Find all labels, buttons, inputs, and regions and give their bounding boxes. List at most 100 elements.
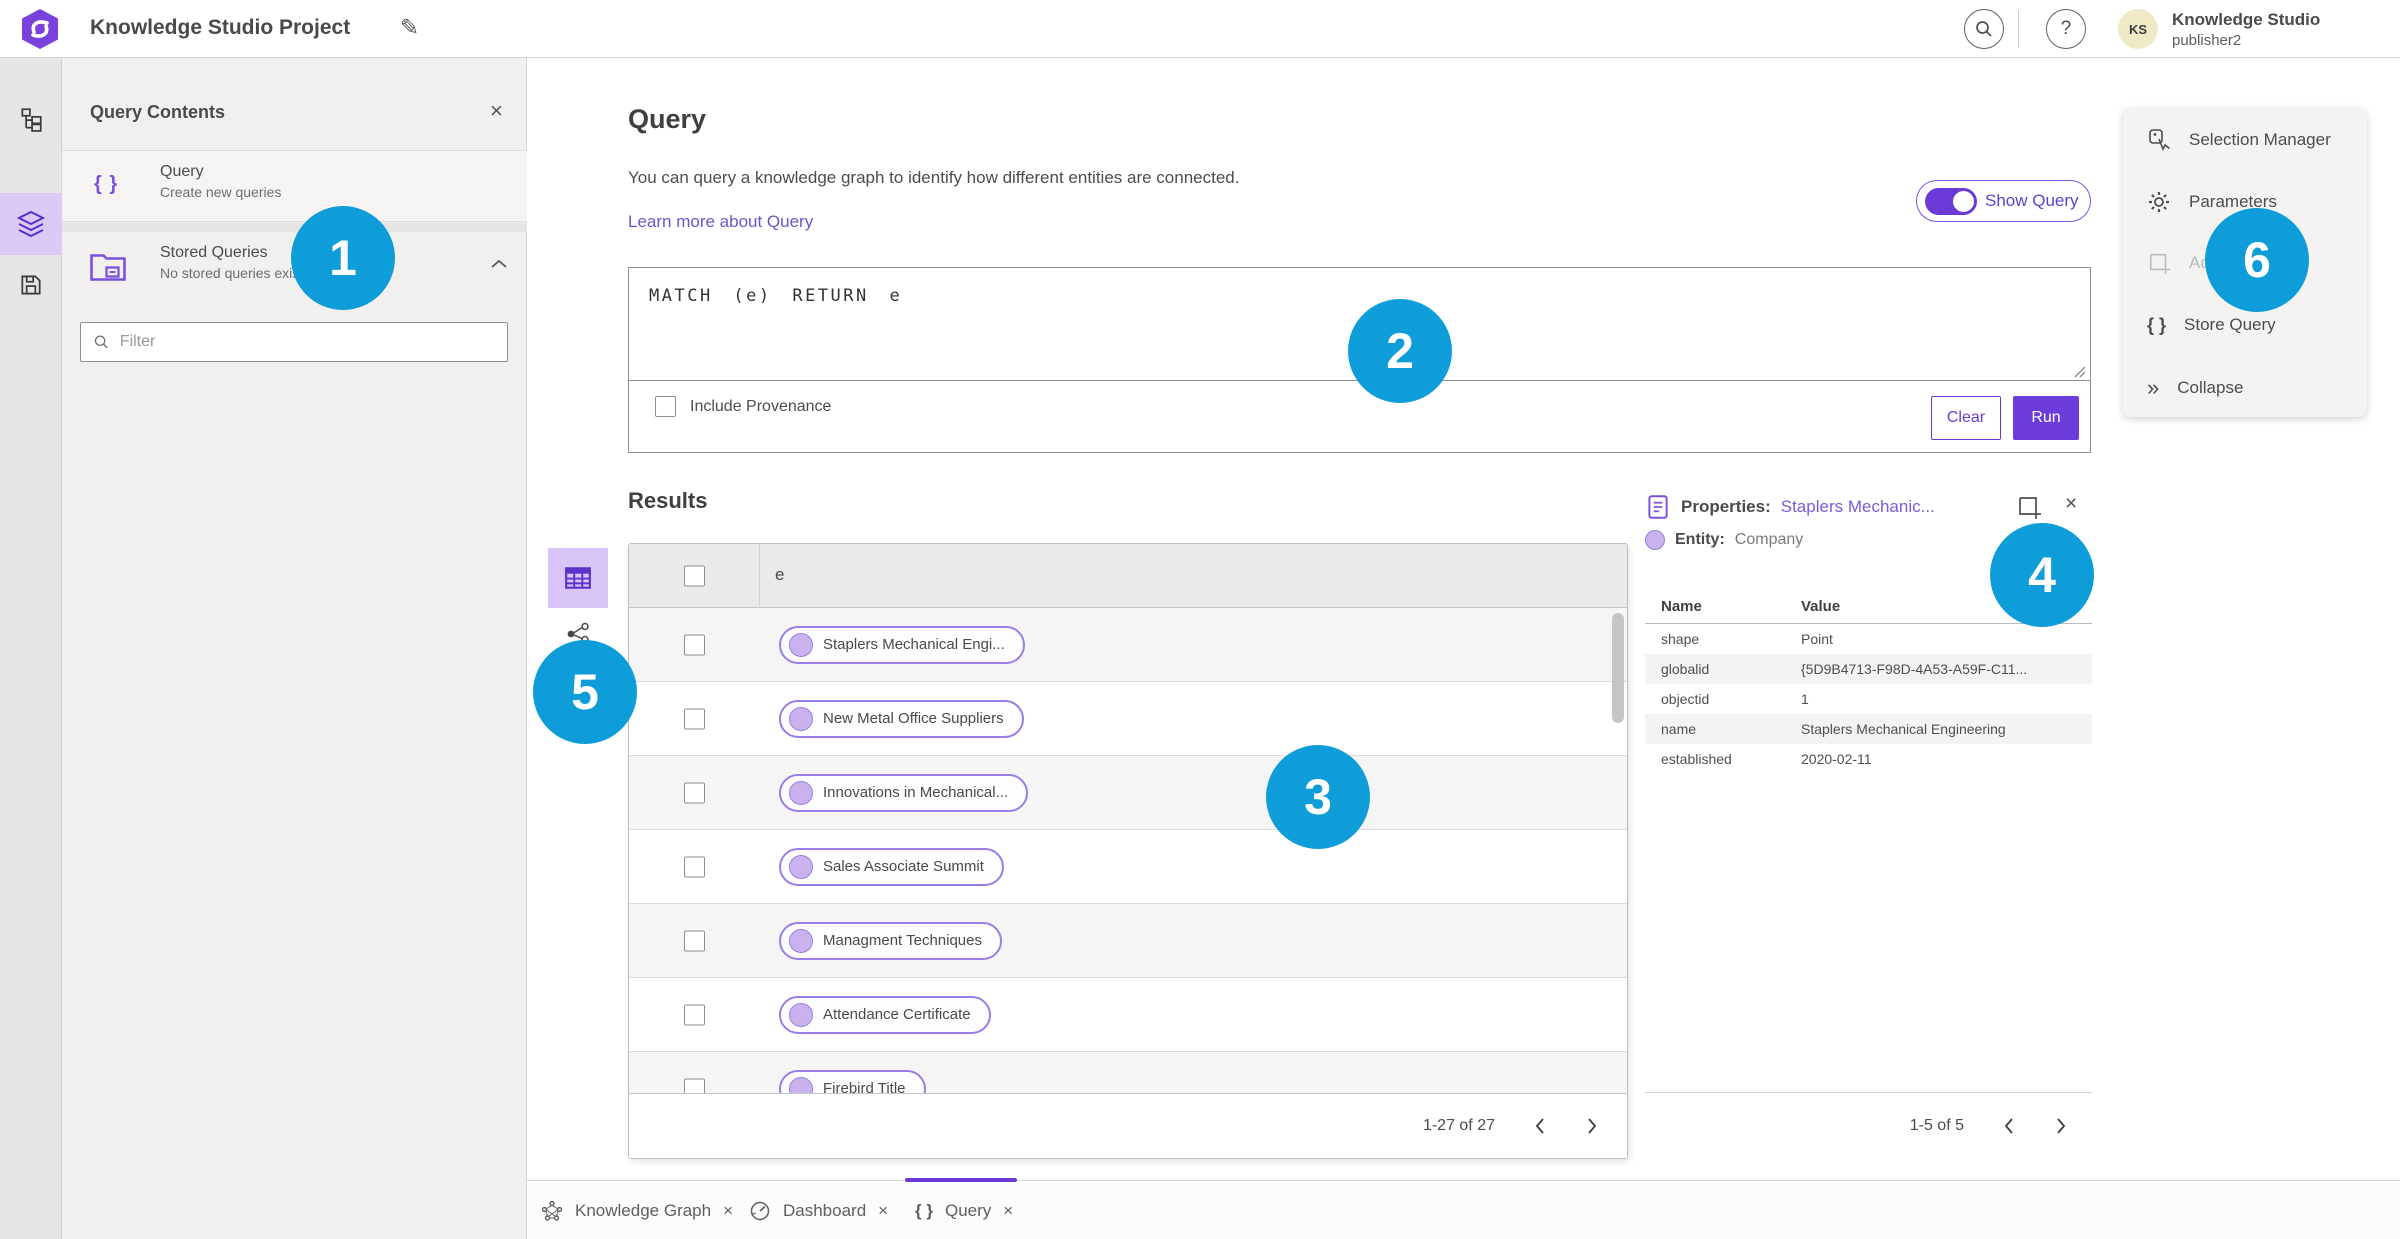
panel-item-query[interactable]: { } Query Create new queries <box>62 151 527 222</box>
learn-more-link[interactable]: Learn more about Query <box>628 212 813 232</box>
braces-icon: { } <box>915 1200 933 1220</box>
entity-chip[interactable]: Managment Techniques <box>779 921 1002 960</box>
results-pagination: 1-27 of 27 <box>629 1093 1627 1158</box>
col-name: Name <box>1661 598 1702 615</box>
collapse-section-chevron-up-icon[interactable] <box>490 258 508 270</box>
account-name: Knowledge Studio <box>2172 10 2321 29</box>
property-row: objectid 1 <box>1661 691 1809 707</box>
table-view-button[interactable] <box>548 548 608 608</box>
search-button[interactable] <box>1964 9 2004 49</box>
entity-label: Entity: <box>1675 531 1725 548</box>
close-tab-icon[interactable]: × <box>1003 1201 1013 1221</box>
results-next-page-button[interactable] <box>1585 1116 1599 1136</box>
property-row: shape Point <box>1661 631 1833 647</box>
include-provenance-label: Include Provenance <box>690 397 832 415</box>
callout-5: 5 <box>533 640 637 744</box>
entity-chip[interactable]: New Metal Office Suppliers <box>779 699 1024 738</box>
item-query-label: Query <box>160 163 204 180</box>
close-tab-icon[interactable]: × <box>723 1201 733 1221</box>
entity-value: Company <box>1734 531 1804 548</box>
filter-search-icon <box>94 335 108 349</box>
entity-dot-icon <box>789 928 813 953</box>
entity-chip[interactable]: Innovations in Mechanical... <box>779 773 1029 812</box>
properties-next-page-button[interactable] <box>2054 1116 2068 1136</box>
filter-field[interactable] <box>80 322 508 362</box>
properties-entity-link[interactable]: Staplers Mechanic... <box>1781 497 1935 517</box>
panel-title: Query Contents <box>90 102 226 122</box>
row-checkbox[interactable] <box>684 782 705 803</box>
select-all-checkbox[interactable] <box>684 565 705 587</box>
panel-close-icon[interactable]: × <box>490 98 503 124</box>
clear-button[interactable]: Clear <box>1931 396 2001 440</box>
results-rows: Staplers Mechanical Engi... New Metal Of… <box>629 608 1627 1093</box>
row-checkbox[interactable] <box>684 856 705 877</box>
braces-icon: { } <box>94 173 119 195</box>
tree-icon <box>21 108 42 132</box>
collapse-item[interactable]: » Collapse <box>2123 364 2367 412</box>
entity-chip[interactable]: Sales Associate Summit <box>779 847 1004 886</box>
save-button[interactable] <box>0 254 62 316</box>
table-row[interactable]: Attendance Certificate <box>629 978 1627 1052</box>
property-row: name Staplers Mechanical Engineering <box>1645 714 2092 744</box>
bottom-tab-bar: Knowledge Graph × Dashboard × { } Query … <box>527 1178 2400 1239</box>
query-heading: Query <box>628 104 707 134</box>
show-query-toggle[interactable]: Show Query <box>1916 180 2091 222</box>
entity-type-dot-icon <box>1645 530 1665 550</box>
filter-input[interactable] <box>119 333 495 351</box>
table-row[interactable]: Managment Techniques <box>629 904 1627 978</box>
table-row[interactable]: Staplers Mechanical Engi... <box>629 608 1627 682</box>
chevron-left-icon <box>1535 1118 1544 1134</box>
braces-icon: { } <box>2147 314 2167 335</box>
selection-manager-item[interactable]: Selection Manager <box>2123 116 2367 164</box>
row-checkbox[interactable] <box>684 1004 705 1025</box>
properties-close-icon[interactable]: × <box>2065 492 2077 516</box>
help-button[interactable]: ? <box>2046 9 2086 49</box>
properties-page-range: 1-5 of 5 <box>1909 1116 1964 1134</box>
tab-dashboard[interactable]: Dashboard × <box>749 1181 888 1239</box>
row-checkbox[interactable] <box>684 634 705 655</box>
row-checkbox[interactable] <box>684 1078 705 1093</box>
table-row[interactable]: Innovations in Mechanical... <box>629 756 1627 830</box>
stored-queries-folder-icon <box>88 248 128 284</box>
table-row[interactable]: Sales Associate Summit <box>629 830 1627 904</box>
entity-chip[interactable]: Attendance Certificate <box>779 995 991 1034</box>
project-title: Knowledge Studio Project <box>90 16 351 39</box>
results-prev-page-button[interactable] <box>1533 1116 1547 1136</box>
row-checkbox[interactable] <box>684 930 705 951</box>
include-provenance-checkbox[interactable] <box>655 396 676 417</box>
item-stored-sub: No stored queries exist <box>160 265 304 281</box>
table-icon <box>565 567 591 589</box>
layers-button-selected[interactable] <box>0 193 62 255</box>
properties-prev-page-button[interactable] <box>2002 1116 2016 1136</box>
tab-knowledge-graph[interactable]: Knowledge Graph × <box>541 1181 733 1239</box>
toggle-track-on[interactable] <box>1925 187 1977 215</box>
callout-6: 6 <box>2205 208 2309 312</box>
table-row[interactable]: Firebird Title <box>629 1052 1627 1093</box>
column-header-e: e <box>775 565 785 584</box>
entity-dot-icon <box>789 632 813 657</box>
resize-handle[interactable] <box>2072 364 2086 378</box>
layers-icon <box>16 210 46 238</box>
close-tab-icon[interactable]: × <box>878 1201 888 1221</box>
add-to-new-map-icon[interactable] <box>2016 494 2042 520</box>
results-page-range: 1-27 of 27 <box>1422 1117 1495 1134</box>
topbar-divider <box>2018 10 2019 48</box>
edit-title-icon[interactable]: ✎ <box>400 14 419 41</box>
item-stored-label: Stored Queries <box>160 244 268 261</box>
row-checkbox[interactable] <box>684 708 705 729</box>
run-button[interactable]: Run <box>2013 396 2079 440</box>
chevron-right-icon <box>1588 1118 1597 1134</box>
top-bar: Knowledge Studio Project ✎ ? KS Knowledg… <box>0 0 2400 58</box>
table-row[interactable]: New Metal Office Suppliers <box>629 682 1627 756</box>
tree-view-button[interactable] <box>0 88 62 150</box>
tab-query-active[interactable]: { } Query × <box>915 1181 1013 1239</box>
help-icon: ? <box>2060 18 2072 39</box>
avatar[interactable]: KS <box>2118 9 2158 49</box>
entity-chip[interactable]: Staplers Mechanical Engi... <box>779 625 1025 664</box>
add-to-map-icon <box>2149 253 2171 275</box>
entity-dot-icon <box>789 1002 813 1027</box>
entity-chip[interactable]: Firebird Title <box>779 1069 926 1093</box>
app-logo-icon[interactable] <box>20 8 60 50</box>
results-scrollbar-thumb[interactable] <box>1612 613 1624 723</box>
properties-doc-icon <box>1648 495 1668 519</box>
